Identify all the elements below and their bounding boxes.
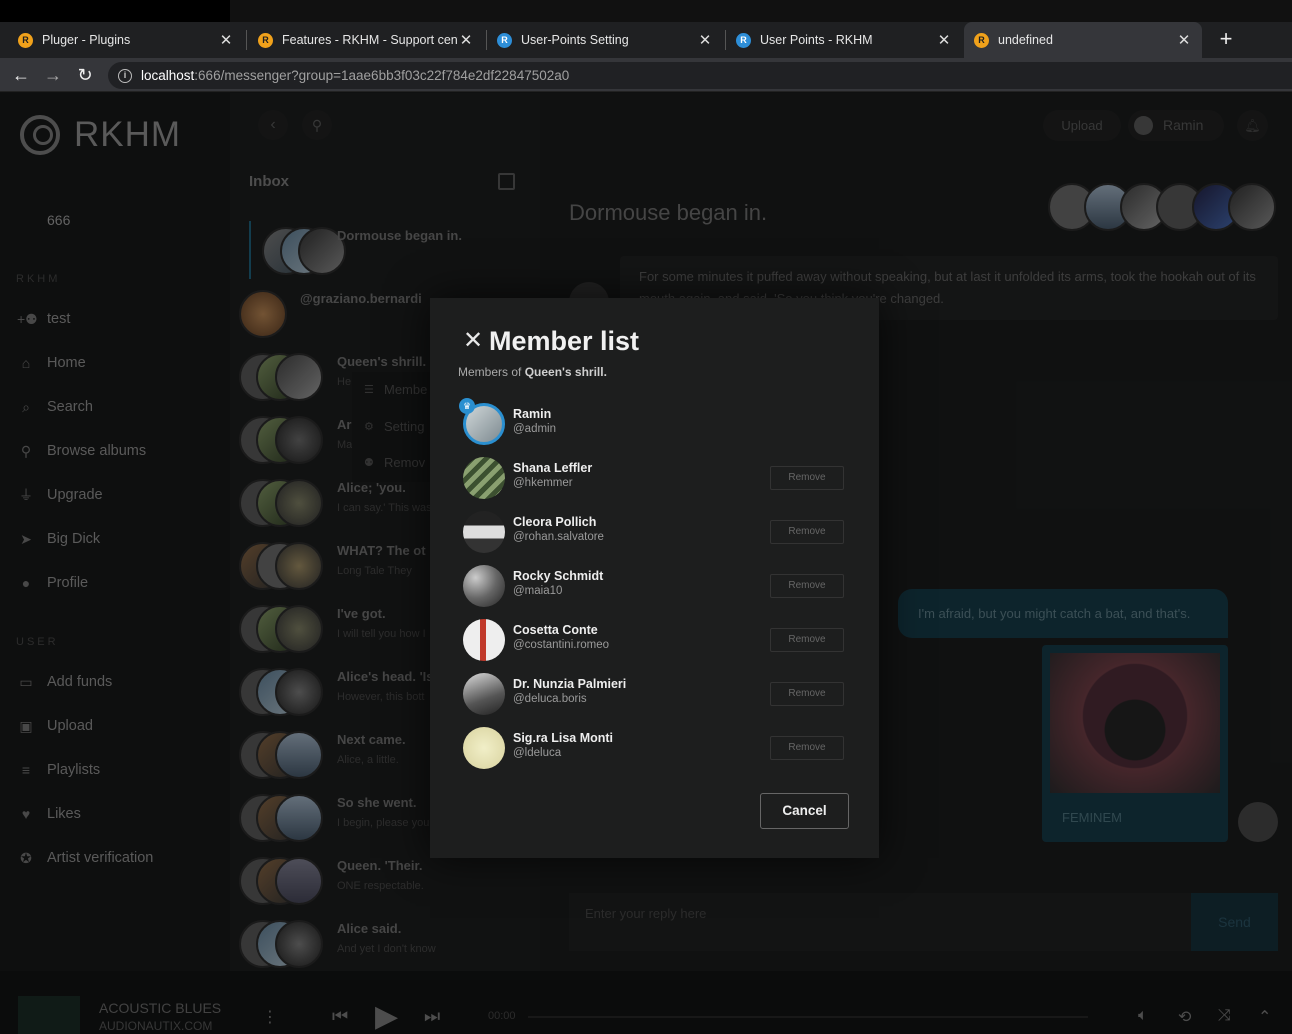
member-handle: @admin <box>513 423 556 435</box>
remove-member-button[interactable]: Remove <box>770 466 844 490</box>
modal-title: Member list <box>489 326 640 356</box>
member-name: Cosetta Conte <box>513 623 598 637</box>
remove-member-button[interactable]: Remove <box>770 574 844 598</box>
avatar <box>463 619 505 661</box>
browser-tab-active[interactable]: R undefined ✕ <box>964 22 1202 58</box>
modal-subtitle: Members of Queen's shrill. <box>458 365 607 379</box>
close-icon[interactable]: ✕ <box>697 31 713 49</box>
tab-title: User Points - RKHM <box>760 33 873 47</box>
close-icon[interactable]: ✕ <box>458 31 474 49</box>
info-icon[interactable]: i <box>118 68 132 83</box>
rkhm-orange-icon: R <box>974 32 989 48</box>
tab-title: User-Points Setting <box>521 33 629 47</box>
remove-member-button[interactable]: Remove <box>770 682 844 706</box>
member-row: Cosetta Conte @costantini.romeo Remove <box>463 618 853 662</box>
member-name: Dr. Nunzia Palmieri <box>513 677 627 691</box>
tab-title: undefined <box>998 33 1053 47</box>
member-handle: @deluca.boris <box>513 693 587 705</box>
close-icon[interactable]: ✕ <box>936 31 952 49</box>
group-name: Queen's shrill. <box>524 365 607 379</box>
app-root: R Pluger - Plugins ✕ R Features - RKHM -… <box>0 0 1292 1034</box>
member-handle: @hkemmer <box>513 477 573 489</box>
member-name: Ramin <box>513 407 552 421</box>
new-tab-button[interactable]: + <box>1214 22 1238 58</box>
member-handle: @costantini.romeo <box>513 639 610 651</box>
member-name: Cleora Pollich <box>513 515 597 529</box>
close-icon[interactable]: ✕ <box>1176 31 1192 49</box>
browser-tab[interactable]: R Features - RKHM - Support cente ✕ <box>248 22 484 58</box>
rkhm-blue-icon: R <box>736 32 751 48</box>
member-row: Sig.ra Lisa Monti @ldeluca Remove <box>463 726 853 770</box>
member-name: Rocky Schmidt <box>513 569 604 583</box>
member-handle: @rohan.salvatore <box>513 531 604 543</box>
avatar <box>463 457 505 499</box>
avatar <box>463 565 505 607</box>
tab-title: Pluger - Plugins <box>42 33 131 47</box>
remove-member-button[interactable]: Remove <box>770 520 844 544</box>
url-path: :666/messenger?group=1aae6bb3f03c22f784e… <box>194 68 570 83</box>
forward-arrow-icon[interactable]: → <box>42 64 64 86</box>
avatar <box>463 727 505 769</box>
back-arrow-icon[interactable]: ← <box>10 64 32 86</box>
address-bar-area: ← → ↻ i localhost:666/messenger?group=1a… <box>0 58 1292 92</box>
reload-icon[interactable]: ↻ <box>74 64 96 86</box>
remove-member-button[interactable]: Remove <box>770 736 844 760</box>
member-row: Dr. Nunzia Palmieri @deluca.boris Remove <box>463 672 853 716</box>
avatar <box>463 673 505 715</box>
member-handle: @ldeluca <box>513 747 562 759</box>
tab-title: Features - RKHM - Support cente <box>282 33 458 47</box>
close-icon[interactable]: ✕ <box>218 31 234 49</box>
url-field[interactable]: i localhost:666/messenger?group=1aae6bb3… <box>108 62 1292 89</box>
member-row: Cleora Pollich @rohan.salvatore Remove <box>463 510 853 554</box>
remove-member-button[interactable]: Remove <box>770 628 844 652</box>
browser-tab[interactable]: R User-Points Setting ✕ <box>487 22 723 58</box>
url-host: localhost <box>141 68 195 83</box>
member-row: Shana Leffler @hkemmer Remove <box>463 456 853 500</box>
subtitle-prefix: Members of <box>458 365 525 379</box>
member-row: Rocky Schmidt @maia10 Remove <box>463 564 853 608</box>
member-list-modal: ✕ Member list Members of Queen's shrill.… <box>430 298 879 858</box>
browser-tab[interactable]: R Pluger - Plugins ✕ <box>8 22 244 58</box>
crown-icon: ♛ <box>459 398 475 414</box>
tab-strip: R Pluger - Plugins ✕ R Features - RKHM -… <box>0 22 1292 58</box>
member-name: Sig.ra Lisa Monti <box>513 731 614 745</box>
member-name: Shana Leffler <box>513 461 593 475</box>
cancel-button[interactable]: Cancel <box>760 793 849 829</box>
avatar <box>463 511 505 553</box>
member-handle: @maia10 <box>513 585 563 597</box>
browser-tab[interactable]: R User Points - RKHM ✕ <box>726 22 962 58</box>
close-icon[interactable]: ✕ <box>463 329 483 353</box>
rkhm-blue-icon: R <box>497 32 512 48</box>
rkhm-orange-icon: R <box>258 32 273 48</box>
member-row: ♛ Ramin @admin <box>459 398 853 446</box>
window-titlebar <box>0 0 1292 22</box>
rkhm-orange-icon: R <box>18 32 33 48</box>
